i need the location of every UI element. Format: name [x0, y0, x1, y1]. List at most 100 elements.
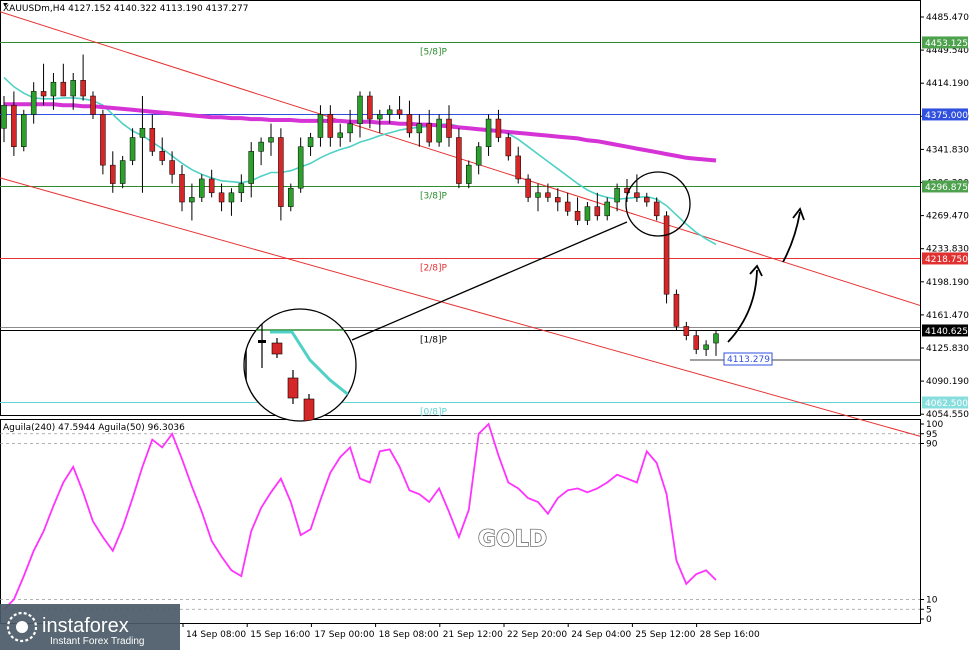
- price-tick-label: 4485.470: [926, 13, 969, 23]
- candle-body: [475, 146, 482, 166]
- candle-body: [604, 201, 610, 217]
- price-panel-frame: [0, 0, 921, 416]
- oscillator-tick-label: 95: [926, 430, 937, 440]
- murrey-price-tag-text: 4140.625: [925, 327, 968, 337]
- candle-body: [337, 132, 343, 138]
- candle-body: [80, 80, 86, 97]
- time-tick-label: 14 Sep 08:00: [186, 630, 246, 640]
- price-tick-label: 4125.830: [926, 344, 969, 354]
- candle-body: [228, 192, 235, 203]
- candle-body: [436, 118, 442, 143]
- oscillator-tick-label: 0: [926, 615, 932, 625]
- candle-body: [199, 178, 205, 198]
- murrey-label: [1/8]P: [420, 335, 448, 345]
- time-tick-label: 21 Sep 12:00: [443, 630, 503, 640]
- candle-body: [357, 95, 363, 124]
- time-tick-label: 28 Sep 16:00: [700, 630, 760, 640]
- candle-body: [584, 206, 591, 221]
- candle-body: [406, 114, 413, 134]
- candle-body: [663, 215, 670, 295]
- murrey-price-tag-text: 4218.750: [925, 255, 968, 265]
- candle-body: [555, 197, 561, 203]
- price-tick-label: 4414.190: [926, 79, 969, 89]
- candle-body: [307, 137, 314, 147]
- candle-body: [347, 123, 353, 134]
- candle-body: [179, 174, 185, 203]
- candle-body: [189, 197, 195, 203]
- candle-body: [446, 118, 452, 138]
- price-tick-label: 4198.190: [926, 278, 969, 288]
- oscillator-tick-label: 100: [926, 420, 943, 430]
- candle-body: [119, 160, 126, 184]
- candle-body: [525, 178, 531, 198]
- candle-body: [248, 151, 254, 184]
- price-tick-label: 4161.470: [926, 311, 969, 321]
- candle-body: [70, 80, 76, 97]
- oscillator-axis: 1009590 1050: [920, 420, 943, 625]
- oscillator-tick-label: 5: [926, 605, 932, 615]
- candle-body: [564, 201, 571, 212]
- candle-body: [21, 114, 27, 147]
- murrey-price-tag-text: 4296.875: [925, 183, 968, 193]
- murrey-price-tag-text: 4062.500: [925, 399, 968, 409]
- candle-body: [40, 91, 47, 97]
- murrey-label: [3/8]P: [420, 191, 448, 201]
- candle-body: [367, 95, 373, 120]
- candle-body: [495, 118, 502, 138]
- candle-body: [149, 128, 156, 152]
- candle-body: [466, 164, 472, 184]
- candle-body: [703, 344, 709, 350]
- candle-body: [1, 104, 7, 129]
- oscillator-tick-label: 10: [926, 596, 938, 606]
- candle-body: [653, 201, 660, 217]
- candle-body: [614, 187, 620, 203]
- candle-body: [208, 178, 215, 194]
- logo-tagline: Instant Forex Trading: [50, 636, 145, 647]
- candle-body: [317, 114, 324, 138]
- candle-body: [129, 137, 136, 161]
- candle-body: [100, 114, 106, 166]
- price-axis: 4485.4704449.5404414.1904377.9904341.830…: [920, 13, 969, 420]
- candle-body: [456, 137, 462, 184]
- candle-body: [30, 91, 37, 115]
- candle-body: [238, 183, 245, 194]
- candle-body: [545, 192, 551, 198]
- candle-body: [268, 137, 274, 143]
- murrey-label: [0/8]P: [420, 407, 448, 417]
- candle-body: [327, 114, 334, 138]
- time-tick-label: 25 Sep 12:00: [635, 630, 695, 640]
- candle-body: [278, 137, 284, 207]
- time-tick-label: 24 Sep 04:00: [571, 630, 631, 640]
- candle-body: [159, 151, 165, 161]
- candle-body: [416, 123, 423, 134]
- murrey-label: [5/8]P: [420, 47, 448, 57]
- candle-body: [644, 197, 650, 203]
- candle-body: [110, 164, 116, 184]
- time-tick-label: 22 Sep 20:00: [507, 630, 567, 640]
- price-tick-label: 4090.190: [926, 377, 969, 387]
- murrey-label: [2/8]P: [420, 263, 448, 273]
- candle-body: [297, 146, 304, 189]
- candle-body: [396, 109, 403, 115]
- candle-body: [11, 104, 17, 147]
- time-tick-label: 15 Sep 16:00: [250, 630, 310, 640]
- time-tick-label: 18 Sep 08:00: [379, 630, 439, 640]
- candle-body: [386, 109, 393, 115]
- candle-body: [574, 210, 581, 221]
- candle-body: [515, 155, 521, 180]
- candle-body: [426, 123, 432, 143]
- oscillator-panel-frame: [0, 419, 921, 624]
- gold-watermark: GOLD: [478, 527, 547, 552]
- candle-body: [90, 95, 96, 115]
- candle-body: [535, 192, 541, 198]
- murrey-price-tag-text: 4453.125: [925, 39, 968, 49]
- candle-body: [594, 206, 601, 217]
- candle-body: [673, 293, 680, 327]
- chart-area[interactable]: [5/8]P [3/8]P [2/8]P [1/8]P [0/8]P 4485.…: [0, 0, 976, 650]
- candle-body: [50, 81, 57, 97]
- oscillator-tick-label: 90: [926, 440, 938, 450]
- candle-body: [377, 114, 383, 120]
- candle-body: [683, 326, 690, 336]
- logo-name: instaforex: [42, 615, 129, 637]
- candle-body: [485, 118, 492, 147]
